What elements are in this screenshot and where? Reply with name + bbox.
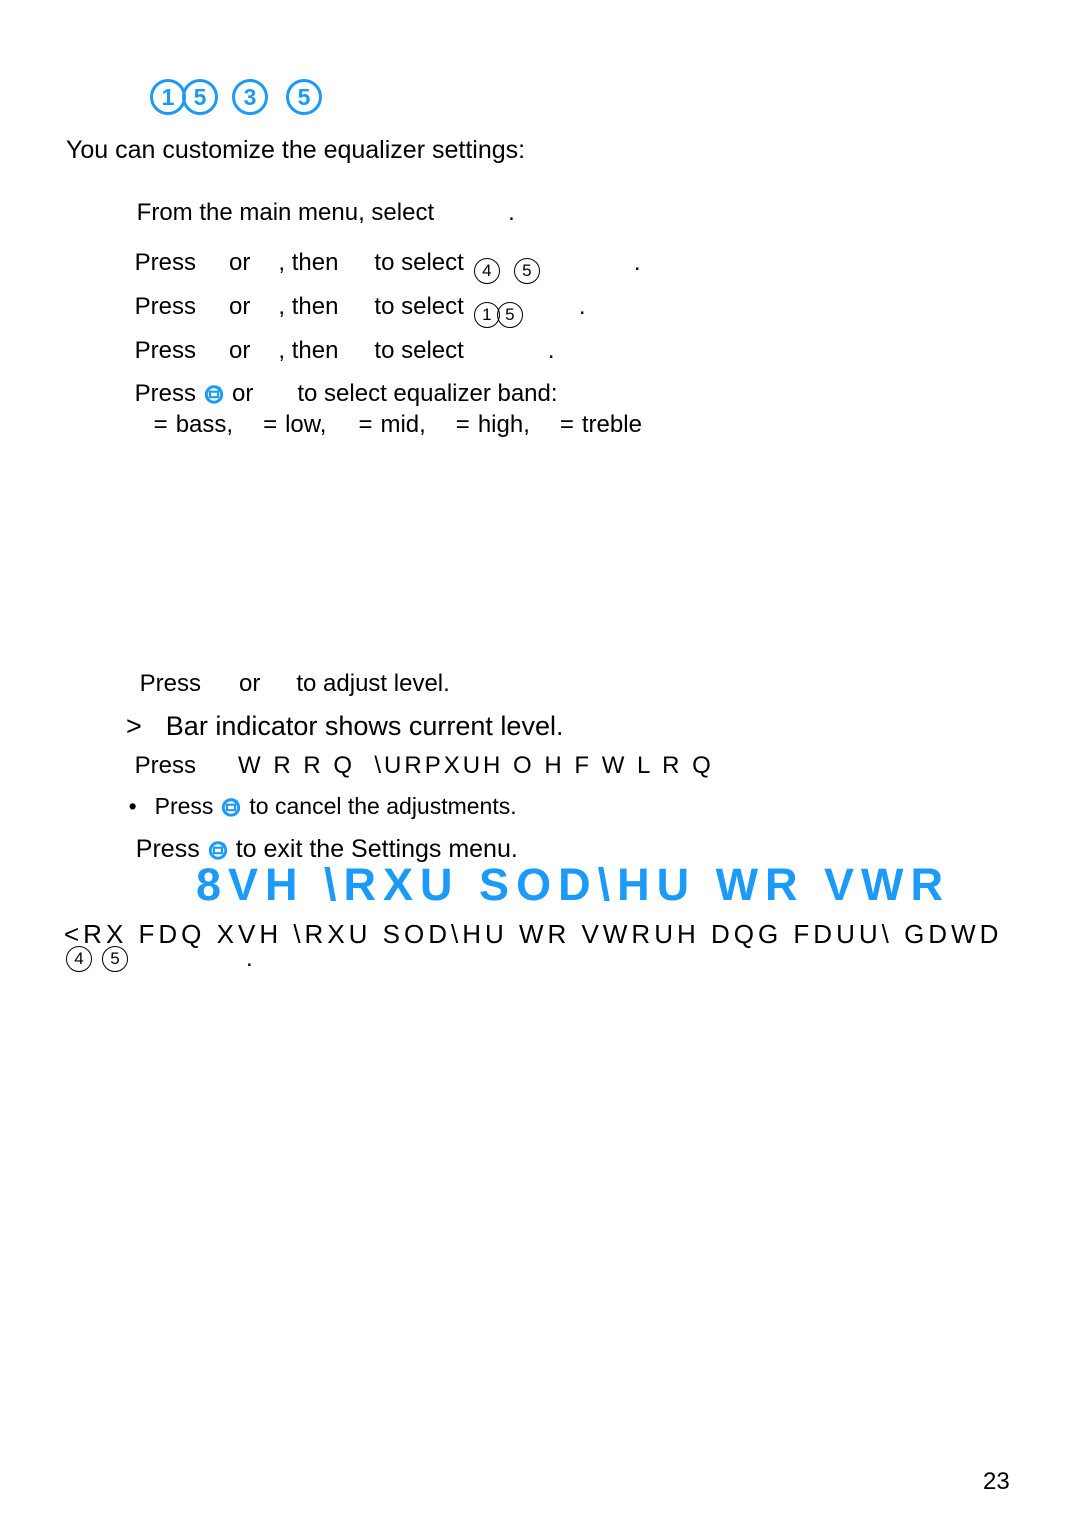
band-label-high: high, [477,411,530,438]
step-3-period: . [578,293,586,320]
band-eq-4: = [559,411,574,438]
manual-page: 1 5 3 5 You can customize the equalizer … [0,0,1080,1532]
band-eq-2: = [358,411,373,438]
section-heading: 8VH \RXU SOD\HU WR VWR [196,859,951,910]
step-badge: 3 [232,79,268,115]
key-badge: 4 [66,946,92,972]
band-eq-1: = [263,411,278,438]
step-number-badges: 1 5 3 5 [150,79,322,115]
band-label-low: low, [285,411,327,438]
return-key-icon [207,839,229,861]
step-1-period: . [508,199,515,226]
section-period: . [246,945,253,972]
section-body-text: <RX FDQ XVH \RXU SOD\HU WR VWRUH DQG FDU… [64,919,1003,949]
exit-press: Press [135,835,200,863]
step-badge: 1 [150,79,186,115]
step-badge: 5 [286,79,322,115]
key-badge: 5 [102,946,128,972]
band-eq-0: = [153,411,168,438]
step-1-text: From the main menu, select [136,199,435,226]
band-label-mid: mid, [380,411,426,438]
intro-text: You can customize the equalizer settings… [66,136,526,164]
band-eq-3: = [455,411,470,438]
band-label-treble: treble [581,411,642,438]
section-key-badges: 4 5 . [66,946,253,972]
page-number: 23 [983,1468,1010,1495]
step-2-period: . [633,249,641,276]
equalizer-band-legend: = bass, = low, = mid, = high, = treble [127,389,642,461]
band-label-bass: bass, [175,411,234,438]
step-badge: 5 [182,79,218,115]
